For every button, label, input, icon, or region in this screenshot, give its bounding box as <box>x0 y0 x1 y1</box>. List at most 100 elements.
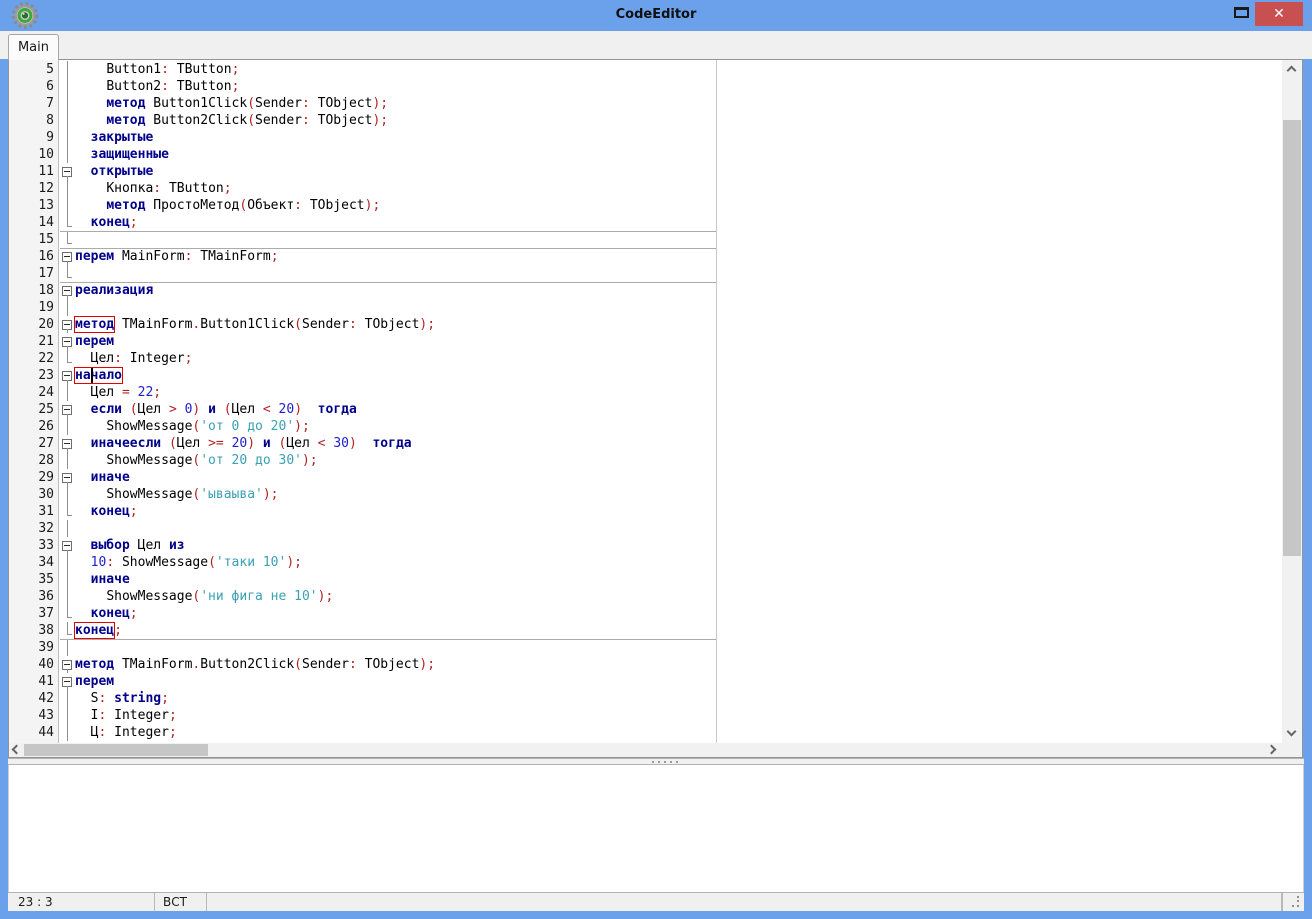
horizontal-scrollbar[interactable] <box>9 743 1282 757</box>
code-text[interactable] <box>75 265 1282 282</box>
fold-toggle[interactable] <box>59 282 75 299</box>
code-text[interactable]: конец; <box>75 503 1282 520</box>
token-sp <box>75 181 106 196</box>
title-bar[interactable]: CodeEditor ✕ <box>0 0 1312 31</box>
code-text[interactable]: перем MainForm: TMainForm; <box>75 248 1282 265</box>
code-text[interactable]: иначе <box>75 469 1282 486</box>
code-text[interactable]: перем <box>75 673 1282 690</box>
code-text[interactable]: метод TMainForm.Button2Click(Sender: TOb… <box>75 656 1282 673</box>
token-sp <box>75 164 91 179</box>
code-text[interactable]: ShowMessage('от 20 до 30'); <box>75 452 1282 469</box>
code-text[interactable]: Button1: TButton; <box>75 61 1282 78</box>
splitter[interactable] <box>8 758 1304 765</box>
code-text[interactable]: конец; <box>75 622 1282 639</box>
code-text[interactable]: 10: ShowMessage('таки 10'); <box>75 554 1282 571</box>
token-pun: ; <box>130 215 138 230</box>
fold-toggle[interactable] <box>59 656 75 673</box>
fold-margin <box>59 707 75 724</box>
code-text[interactable]: ShowMessage('от 0 до 20'); <box>75 418 1282 435</box>
code-text[interactable]: Кнопка: TButton; <box>75 180 1282 197</box>
code-text[interactable]: ShowMessage('ываыва'); <box>75 486 1282 503</box>
code-text[interactable]: перем <box>75 333 1282 350</box>
code-line: 38конец; <box>9 622 1282 639</box>
token-sp <box>302 402 318 417</box>
code-text[interactable]: S: string; <box>75 690 1282 707</box>
token-sp <box>75 725 91 740</box>
code-text[interactable]: Button2: TButton; <box>75 78 1282 95</box>
horizontal-scrollbar-thumb[interactable] <box>24 744 208 756</box>
token-pun: ( <box>208 555 216 570</box>
fold-toggle[interactable] <box>59 248 75 265</box>
code-text[interactable]: реализация <box>75 282 1282 299</box>
code-text[interactable] <box>75 639 1282 656</box>
maximize-button[interactable] <box>1228 0 1254 27</box>
resize-grip[interactable] <box>1282 893 1304 911</box>
code-text[interactable]: если (Цел > 0) и (Цел < 20) тогда <box>75 401 1282 418</box>
section-separator <box>60 282 716 283</box>
code-text[interactable]: выбор Цел из <box>75 537 1282 554</box>
code-text[interactable]: метод ПростоМетод(Объект: TObject); <box>75 197 1282 214</box>
code-text[interactable]: метод TMainForm.Button1Click(Sender: TOb… <box>75 316 1282 333</box>
code-text[interactable]: закрытые <box>75 129 1282 146</box>
code-text[interactable]: Ц: Integer; <box>75 724 1282 741</box>
token-pun: ( <box>247 96 255 111</box>
token-sp <box>271 436 279 451</box>
code-text[interactable]: конец; <box>75 605 1282 622</box>
code-text[interactable]: иначе <box>75 571 1282 588</box>
line-number: 10 <box>9 146 59 163</box>
token-pun: ); <box>365 198 381 213</box>
vertical-scrollbar-thumb[interactable] <box>1283 120 1301 556</box>
token-sp <box>161 181 169 196</box>
token-kw: конец <box>91 606 130 621</box>
line-number: 30 <box>9 486 59 503</box>
token-sp <box>75 572 91 587</box>
token-num: 20 <box>279 402 295 417</box>
fold-toggle[interactable] <box>59 673 75 690</box>
code-text[interactable] <box>75 231 1282 248</box>
code-line: 14 конец; <box>9 214 1282 231</box>
fold-toggle[interactable] <box>59 163 75 180</box>
code-line: 11 открытые <box>9 163 1282 180</box>
code-editor[interactable]: 5 Button1: TButton;6 Button2: TButton;7 … <box>9 60 1282 743</box>
fold-toggle[interactable] <box>59 435 75 452</box>
code-line: 13 метод ПростоМетод(Объект: TObject); <box>9 197 1282 214</box>
token-id: Button1Click <box>200 317 294 332</box>
code-text[interactable]: Цел: Integer; <box>75 350 1282 367</box>
code-text[interactable]: ShowMessage('ни фига не 10'); <box>75 588 1282 605</box>
token-kw: если <box>91 402 122 417</box>
token-pun: >= <box>208 436 224 451</box>
fold-margin <box>59 554 75 571</box>
fold-margin <box>59 78 75 95</box>
code-editor-panel: 5 Button1: TButton;6 Button2: TButton;7 … <box>8 59 1303 758</box>
code-text[interactable]: метод Button1Click(Sender: TObject); <box>75 95 1282 112</box>
code-text[interactable]: метод Button2Click(Sender: TObject); <box>75 112 1282 129</box>
token-pun: ; <box>169 708 177 723</box>
code-text[interactable]: I: Integer; <box>75 707 1282 724</box>
vertical-scrollbar[interactable] <box>1282 60 1302 743</box>
code-text[interactable] <box>75 299 1282 316</box>
token-id: Цел <box>138 402 161 417</box>
code-line: 18реализация <box>9 282 1282 299</box>
fold-toggle[interactable] <box>59 537 75 554</box>
token-pun: ; <box>232 79 240 94</box>
token-kw: метод <box>75 657 114 672</box>
bottom-panel <box>8 765 1304 892</box>
code-line: 30 ShowMessage('ываыва'); <box>9 486 1282 503</box>
code-text[interactable]: защищенные <box>75 146 1282 163</box>
fold-toggle[interactable] <box>59 316 75 333</box>
code-text[interactable]: Цел = 22; <box>75 384 1282 401</box>
fold-toggle[interactable] <box>59 469 75 486</box>
fold-toggle[interactable] <box>59 401 75 418</box>
code-line: 39 <box>9 639 1282 656</box>
code-text[interactable]: открытые <box>75 163 1282 180</box>
code-line: 34 10: ShowMessage('таки 10'); <box>9 554 1282 571</box>
token-kw: конец <box>91 504 130 519</box>
code-text[interactable]: начало <box>75 367 1282 384</box>
tab-main[interactable]: Main <box>8 34 59 60</box>
code-text[interactable] <box>75 520 1282 537</box>
fold-toggle[interactable] <box>59 333 75 350</box>
code-text[interactable]: иначеесли (Цел >= 20) и (Цел < 30) тогда <box>75 435 1282 452</box>
code-text[interactable]: конец; <box>75 214 1282 231</box>
fold-toggle[interactable] <box>59 367 75 384</box>
close-button[interactable]: ✕ <box>1255 2 1303 26</box>
